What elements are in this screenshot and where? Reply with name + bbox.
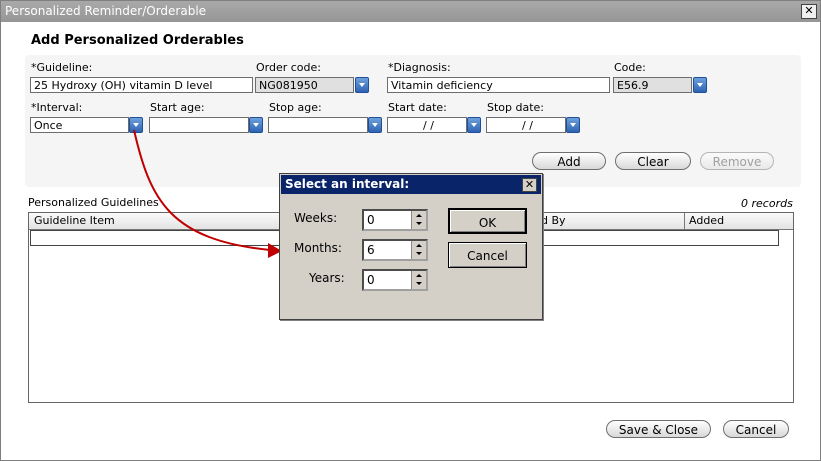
clear-button[interactable]: Clear — [615, 152, 691, 170]
interval-dialog: Select an interval: ✕ Weeks: 0 Months: 6… — [279, 173, 543, 320]
dialog-title: Select an interval: — [281, 175, 541, 194]
code-field: E56.9 — [613, 77, 692, 93]
save-close-button[interactable]: Save & Close — [606, 420, 711, 438]
window-close-button[interactable]: ✕ — [801, 4, 817, 19]
column-added-by[interactable]: d By — [541, 214, 566, 227]
interval-dropdown-icon[interactable] — [129, 117, 143, 133]
years-value: 0 — [367, 273, 375, 287]
window-title: Personalized Reminder/Orderable — [5, 4, 207, 18]
dialog-cancel-button[interactable]: Cancel — [448, 242, 527, 268]
weeks-stepper[interactable]: 0 — [362, 209, 428, 231]
months-value: 6 — [367, 243, 375, 257]
years-label: Years: — [309, 271, 345, 285]
page-title: Add Personalized Orderables — [31, 33, 244, 48]
stop-date-calendar-icon[interactable] — [566, 117, 580, 133]
weeks-value: 0 — [367, 213, 375, 227]
spin-down-icon[interactable] — [416, 222, 422, 225]
years-stepper[interactable]: 0 — [362, 269, 428, 291]
start-date-label: Start date: — [388, 101, 447, 114]
diagnosis-field[interactable]: Vitamin deficiency — [387, 77, 610, 93]
spin-up-icon[interactable] — [416, 244, 422, 247]
weeks-label: Weeks: — [294, 211, 338, 225]
stop-date-field[interactable]: / / — [486, 117, 566, 133]
column-divider — [684, 213, 685, 229]
diagnosis-label: *Diagnosis: — [388, 61, 451, 74]
spin-up-icon[interactable] — [416, 274, 422, 277]
stop-age-label: Stop age: — [269, 101, 322, 114]
interval-label: *Interval: — [31, 101, 83, 114]
years-spin-arrows[interactable] — [411, 271, 426, 289]
spin-down-icon[interactable] — [416, 252, 422, 255]
guideline-field[interactable]: 25 Hydroxy (OH) vitamin D level — [30, 77, 253, 93]
code-label: Code: — [614, 61, 646, 74]
guideline-label: *Guideline: — [31, 61, 93, 74]
months-stepper[interactable]: 6 — [362, 239, 428, 261]
grid-title: Personalized Guidelines — [28, 196, 159, 209]
months-spin-arrows[interactable] — [411, 241, 426, 259]
start-age-label: Start age: — [150, 101, 205, 114]
start-date-calendar-icon[interactable] — [467, 117, 481, 133]
interval-field[interactable]: Once — [30, 117, 129, 133]
start-date-field[interactable]: / / — [387, 117, 467, 133]
spin-up-icon[interactable] — [416, 214, 422, 217]
stop-date-label: Stop date: — [487, 101, 545, 114]
spin-down-icon[interactable] — [416, 282, 422, 285]
records-count: 0 records — [741, 197, 793, 210]
code-dropdown-icon[interactable] — [693, 77, 707, 93]
cancel-button[interactable]: Cancel — [723, 420, 789, 438]
start-age-field[interactable] — [149, 117, 249, 133]
ok-button[interactable]: OK — [448, 208, 527, 234]
remove-button[interactable]: Remove — [700, 152, 774, 170]
stop-age-dropdown-icon[interactable] — [368, 117, 382, 133]
column-added[interactable]: Added — [689, 214, 724, 227]
order-code-dropdown-icon[interactable] — [355, 77, 369, 93]
dialog-close-button[interactable]: ✕ — [522, 178, 537, 192]
stop-age-field[interactable] — [268, 117, 368, 133]
months-label: Months: — [294, 241, 342, 255]
add-button[interactable]: Add — [532, 152, 606, 170]
weeks-spin-arrows[interactable] — [411, 211, 426, 229]
order-code-field: NG081950 — [255, 77, 354, 93]
title-bar: Personalized Reminder/Orderable ✕ — [1, 1, 820, 22]
order-code-label: Order code: — [256, 61, 321, 74]
start-age-dropdown-icon[interactable] — [249, 117, 263, 133]
column-guideline-item[interactable]: Guideline Item — [34, 214, 115, 227]
